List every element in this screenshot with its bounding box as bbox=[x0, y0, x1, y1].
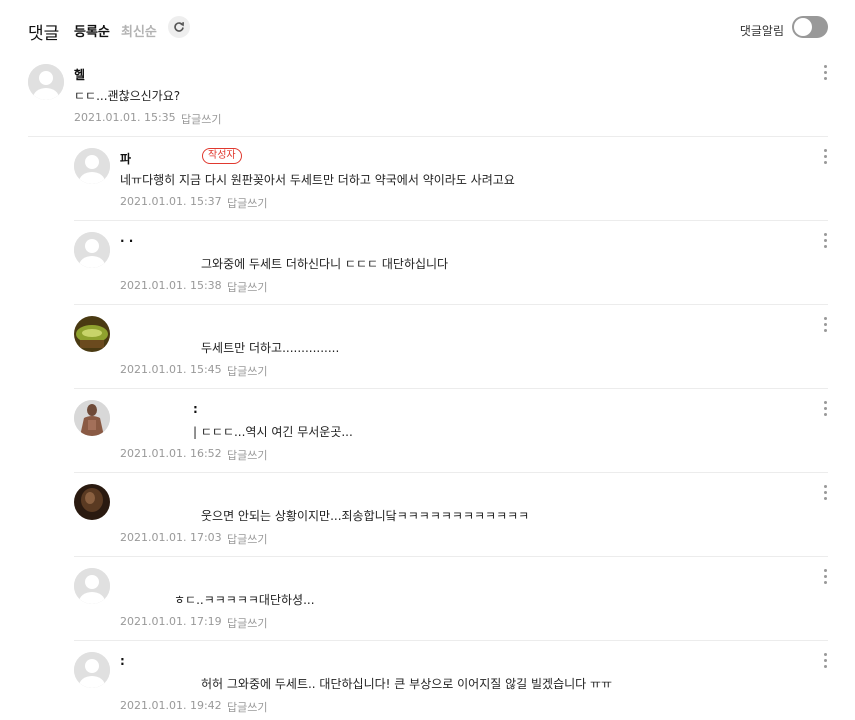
toggle-knob bbox=[794, 18, 812, 36]
more-vertical-icon[interactable] bbox=[824, 233, 828, 249]
comment-nickname[interactable]: 헬 bbox=[74, 66, 85, 83]
more-vertical-icon[interactable] bbox=[824, 569, 828, 585]
comment-date: 2021.01.01. 17:03 bbox=[120, 531, 222, 544]
comment-nickname[interactable]: : bbox=[193, 402, 198, 416]
reply-button[interactable]: 답글쓰기 bbox=[181, 111, 221, 127]
reply-button[interactable]: 답글쓰기 bbox=[227, 615, 267, 631]
comment-date: 2021.01.01. 15:38 bbox=[120, 279, 222, 292]
reply-button[interactable]: 답글쓰기 bbox=[227, 195, 267, 211]
more-vertical-icon[interactable] bbox=[824, 653, 828, 669]
comment-text: 두세트만 더하고............... bbox=[201, 341, 340, 355]
comment-divider bbox=[74, 304, 828, 305]
comment-text: 웃으면 안되는 상황이지만...죄송합니닼ㅋㅋㅋㅋㅋㅋㅋㅋㅋㅋㅋㅋ bbox=[201, 509, 530, 523]
avatar[interactable] bbox=[74, 568, 110, 604]
comment-header: 댓글 등록순 최신순 댓글알림 bbox=[28, 14, 828, 46]
comment-text: | ㄷㄷㄷ...역시 여긴 무서운곳... bbox=[193, 425, 353, 439]
reply-button[interactable]: 답글쓰기 bbox=[227, 447, 267, 463]
comment-divider bbox=[74, 220, 828, 221]
avatar[interactable] bbox=[74, 232, 110, 268]
comment-text: 허허 그와중에 두세트.. 대단하십니다! 큰 부상으로 이어지질 않길 빌겠습… bbox=[201, 677, 613, 691]
reply-button[interactable]: 답글쓰기 bbox=[227, 531, 267, 547]
comment-nickname[interactable]: · · bbox=[120, 234, 133, 248]
comments-title: 댓글 bbox=[28, 24, 60, 44]
comment-divider bbox=[74, 640, 828, 641]
refresh-icon[interactable] bbox=[168, 16, 190, 38]
comment-text: ㅎㄷ..ㅋㅋㅋㅋㅋ대단하셩... bbox=[174, 593, 315, 607]
sort-latest-button[interactable]: 최신순 bbox=[121, 21, 157, 40]
avatar[interactable] bbox=[74, 484, 110, 520]
comment-nickname[interactable]: 파 bbox=[120, 150, 131, 167]
avatar[interactable] bbox=[74, 400, 110, 436]
reply-button[interactable]: 답글쓰기 bbox=[227, 699, 267, 715]
more-vertical-icon[interactable] bbox=[824, 401, 828, 417]
more-vertical-icon[interactable] bbox=[824, 317, 828, 333]
comment-divider bbox=[74, 556, 828, 557]
comment-text: 그와중에 두세트 더하신다니 ㄷㄷㄷ 대단하십니다 bbox=[201, 257, 449, 271]
comment-nickname[interactable]: : bbox=[120, 654, 125, 668]
author-badge: 작성자 bbox=[202, 148, 242, 164]
comment-date: 2021.01.01. 15:37 bbox=[120, 195, 222, 208]
comment-date: 2021.01.01. 16:52 bbox=[120, 447, 222, 460]
more-vertical-icon[interactable] bbox=[824, 485, 828, 501]
reply-button[interactable]: 답글쓰기 bbox=[227, 363, 267, 379]
reply-button[interactable]: 답글쓰기 bbox=[227, 279, 267, 295]
avatar[interactable] bbox=[74, 652, 110, 688]
comment-text: ㄷㄷ...괜찮으신가요? bbox=[74, 89, 181, 103]
avatar[interactable] bbox=[28, 64, 64, 100]
comment-alarm-label: 댓글알림 bbox=[739, 24, 784, 38]
avatar[interactable] bbox=[74, 148, 110, 184]
comment-divider bbox=[74, 388, 828, 389]
comment-date: 2021.01.01. 17:19 bbox=[120, 615, 222, 628]
comment-divider bbox=[74, 472, 828, 473]
comment-date: 2021.01.01. 15:45 bbox=[120, 363, 222, 376]
comment-date: 2021.01.01. 19:42 bbox=[120, 699, 222, 712]
avatar[interactable] bbox=[74, 316, 110, 352]
comment-date: 2021.01.01. 15:35 bbox=[74, 111, 176, 124]
sort-registered-button[interactable]: 등록순 bbox=[74, 21, 110, 40]
comment-divider bbox=[28, 136, 828, 137]
comment-alarm-toggle[interactable] bbox=[792, 16, 828, 38]
more-vertical-icon[interactable] bbox=[824, 149, 828, 165]
comment-text: 네ㅠ다행히 지금 다시 원판꽂아서 두세트만 더하고 약국에서 약이라도 사려고… bbox=[120, 173, 515, 187]
more-vertical-icon[interactable] bbox=[824, 65, 828, 81]
